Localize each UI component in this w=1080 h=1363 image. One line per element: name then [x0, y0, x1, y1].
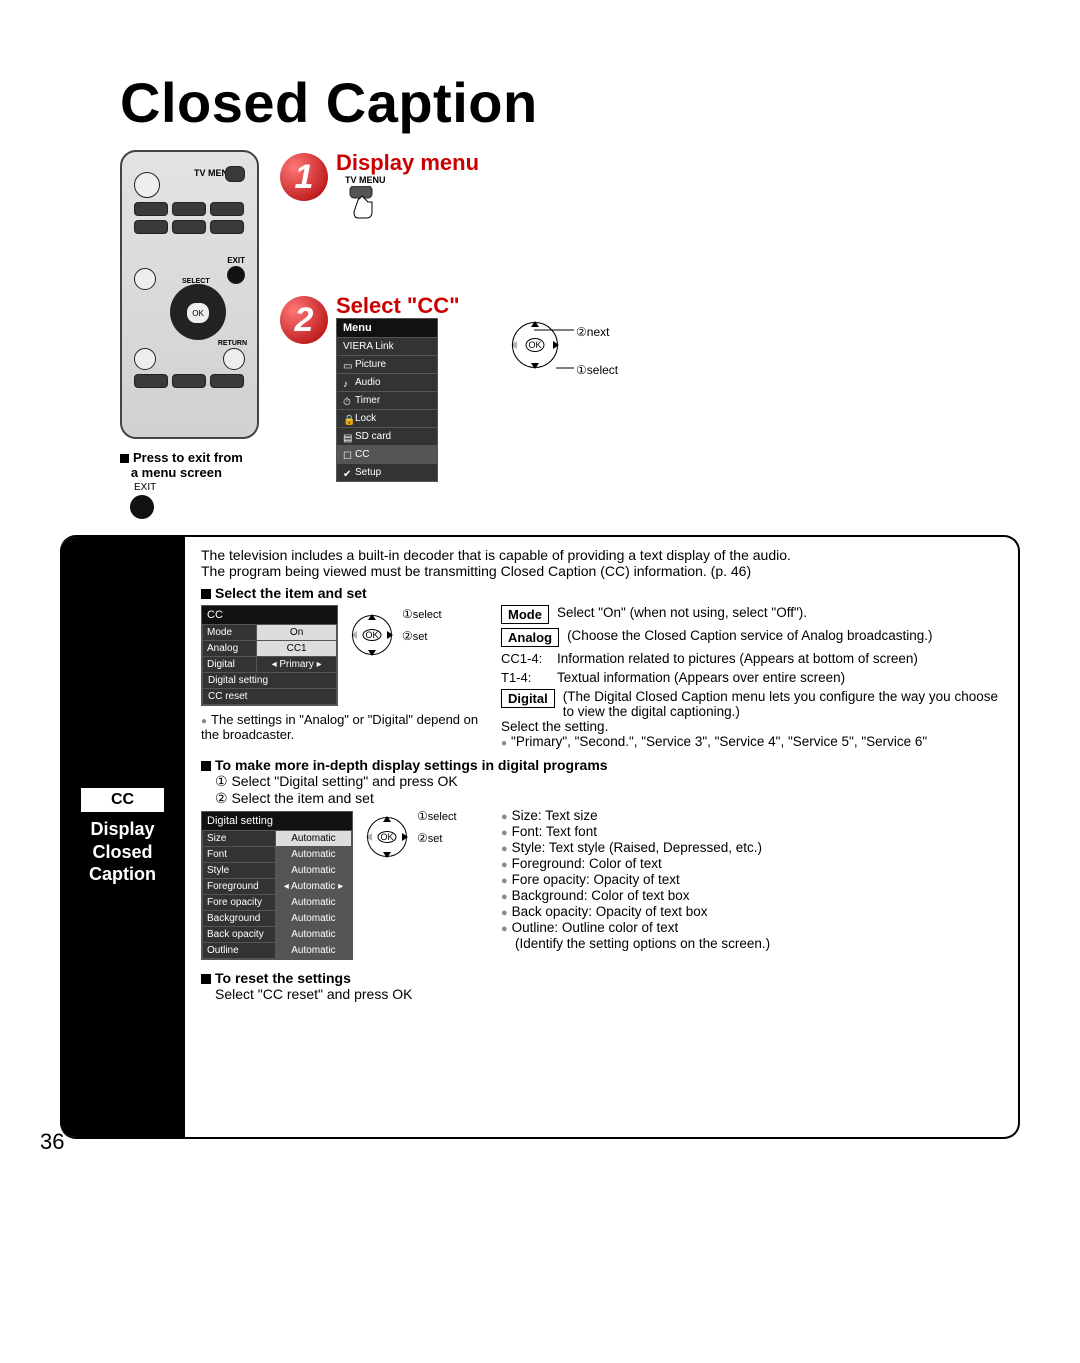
- remote-btn: [210, 220, 244, 234]
- cc-icon: ☐: [343, 451, 351, 459]
- def-t14-k: T1-4:: [501, 670, 549, 685]
- remote-exit-label: EXIT: [227, 256, 245, 265]
- step-1-number: 1: [280, 153, 328, 201]
- cc-osd-menu: CC ModeOn AnalogCC1 Digital◂ Primary ▸ D…: [201, 605, 338, 706]
- exit-btn-label: EXIT: [134, 482, 243, 493]
- def-mode-tag: Mode: [501, 605, 549, 624]
- def-svc: "Primary", "Second.", "Service 3", "Serv…: [511, 734, 927, 749]
- deep-step2: ② Select the item and set: [215, 790, 1002, 807]
- remote-btn: [210, 202, 244, 216]
- digital-setting-descriptions: Size: Text size Font: Text font Style: T…: [501, 807, 1002, 952]
- def-mode-text: Select "On" (when not using, select "Off…: [557, 605, 807, 620]
- def-cc14-k: CC1-4:: [501, 651, 549, 666]
- sec-select-set: Select the item and set: [215, 585, 367, 601]
- page-number: 36: [40, 1129, 64, 1155]
- step-2-label: Select "CC": [336, 293, 460, 319]
- step-2-number: 2: [280, 296, 328, 344]
- tv-menu-press-icon: [344, 186, 378, 230]
- def-analog-text: (Choose the Closed Caption service of An…: [567, 628, 932, 643]
- timer-icon: ⏱: [343, 397, 351, 405]
- remote-ok-btn: OK: [186, 302, 210, 324]
- def-digital-tag: Digital: [501, 689, 555, 708]
- osd-menu-title: Menu: [337, 319, 437, 337]
- page-title: Closed Caption: [120, 70, 1020, 135]
- remote-return-label: RETURN: [218, 340, 247, 347]
- remote-btn: [134, 374, 168, 388]
- sec-reset: To reset the settings: [215, 970, 351, 986]
- ok-dpad-diagram: OK: [352, 615, 392, 655]
- exit-note: Press to exit from a menu screen EXIT: [120, 450, 243, 519]
- remote-return-btn: [223, 348, 245, 370]
- sidebar-line: Closed: [89, 841, 156, 864]
- remote-btn: [134, 202, 168, 216]
- audio-icon: ♪: [343, 379, 351, 387]
- def-t14-t: Textual information (Appears over entire…: [557, 670, 845, 685]
- hint-lines: [512, 322, 582, 370]
- sd-card-icon: ▤: [343, 433, 351, 441]
- def-sel: Select the setting.: [501, 719, 1002, 734]
- hint-select: ①select: [576, 363, 618, 377]
- exit-button-icon: [130, 495, 154, 519]
- def-digital-text: (The Digital Closed Caption menu lets yo…: [563, 689, 1002, 719]
- cc-note: The settings in "Analog" or "Digital" de…: [201, 712, 478, 742]
- remote-btn: [172, 202, 206, 216]
- intro-text: The television includes a built-in decod…: [201, 547, 1002, 579]
- osd-menu-item: 🔒Lock: [337, 409, 437, 427]
- def-analog-tag: Analog: [501, 628, 559, 647]
- reset-text: Select "CC reset" and press OK: [215, 986, 1002, 1002]
- remote-tv-menu-btn: [225, 166, 245, 182]
- ok-dpad-diagram: OK: [367, 817, 407, 857]
- remote-btn: [134, 268, 156, 290]
- osd-menu-item: ⏱Timer: [337, 391, 437, 409]
- digital-setting-menu: Digital setting SizeAutomatic FontAutoma…: [201, 811, 353, 960]
- remote-btn: [172, 374, 206, 388]
- sidebar-line: Display: [89, 818, 156, 841]
- picture-icon: ▭: [343, 361, 351, 369]
- remote-select-label: SELECT: [182, 278, 210, 285]
- remote-power-btn: [134, 172, 160, 198]
- remote-btn: [134, 220, 168, 234]
- step-1-label: Display menu: [336, 150, 479, 176]
- remote-exit-btn: [227, 266, 245, 284]
- cc-detail-box: CC Display Closed Caption The television…: [60, 535, 1020, 1139]
- sidebar-line: Caption: [89, 863, 156, 886]
- remote-btn: [172, 220, 206, 234]
- sec-deep: To make more in-depth display settings i…: [215, 757, 608, 773]
- osd-menu-item: VIERA Link: [337, 337, 437, 355]
- remote-control: TV MENU EXIT OK SELECT RETURN: [120, 150, 255, 439]
- osd-menu-item: ✔Setup: [337, 463, 437, 481]
- remote-btn: [210, 374, 244, 388]
- deep-step1: ① Select "Digital setting" and press OK: [215, 773, 1002, 790]
- osd-menu-item-cc: ☐CC: [337, 445, 437, 463]
- cc-sidebar: CC Display Closed Caption: [60, 537, 185, 1137]
- setup-icon: ✔: [343, 469, 351, 477]
- cc-badge: CC: [81, 788, 164, 812]
- osd-menu-item: ▤SD card: [337, 427, 437, 445]
- step-1-sublabel: TV MENU: [345, 175, 386, 185]
- osd-menu: Menu VIERA Link ▭Picture ♪Audio ⏱Timer 🔒…: [336, 318, 438, 482]
- osd-menu-item: ▭Picture: [337, 355, 437, 373]
- lock-icon: 🔒: [343, 415, 351, 423]
- osd-menu-item: ♪Audio: [337, 373, 437, 391]
- def-cc14-t: Information related to pictures (Appears…: [557, 651, 918, 666]
- remote-btn: [134, 348, 156, 370]
